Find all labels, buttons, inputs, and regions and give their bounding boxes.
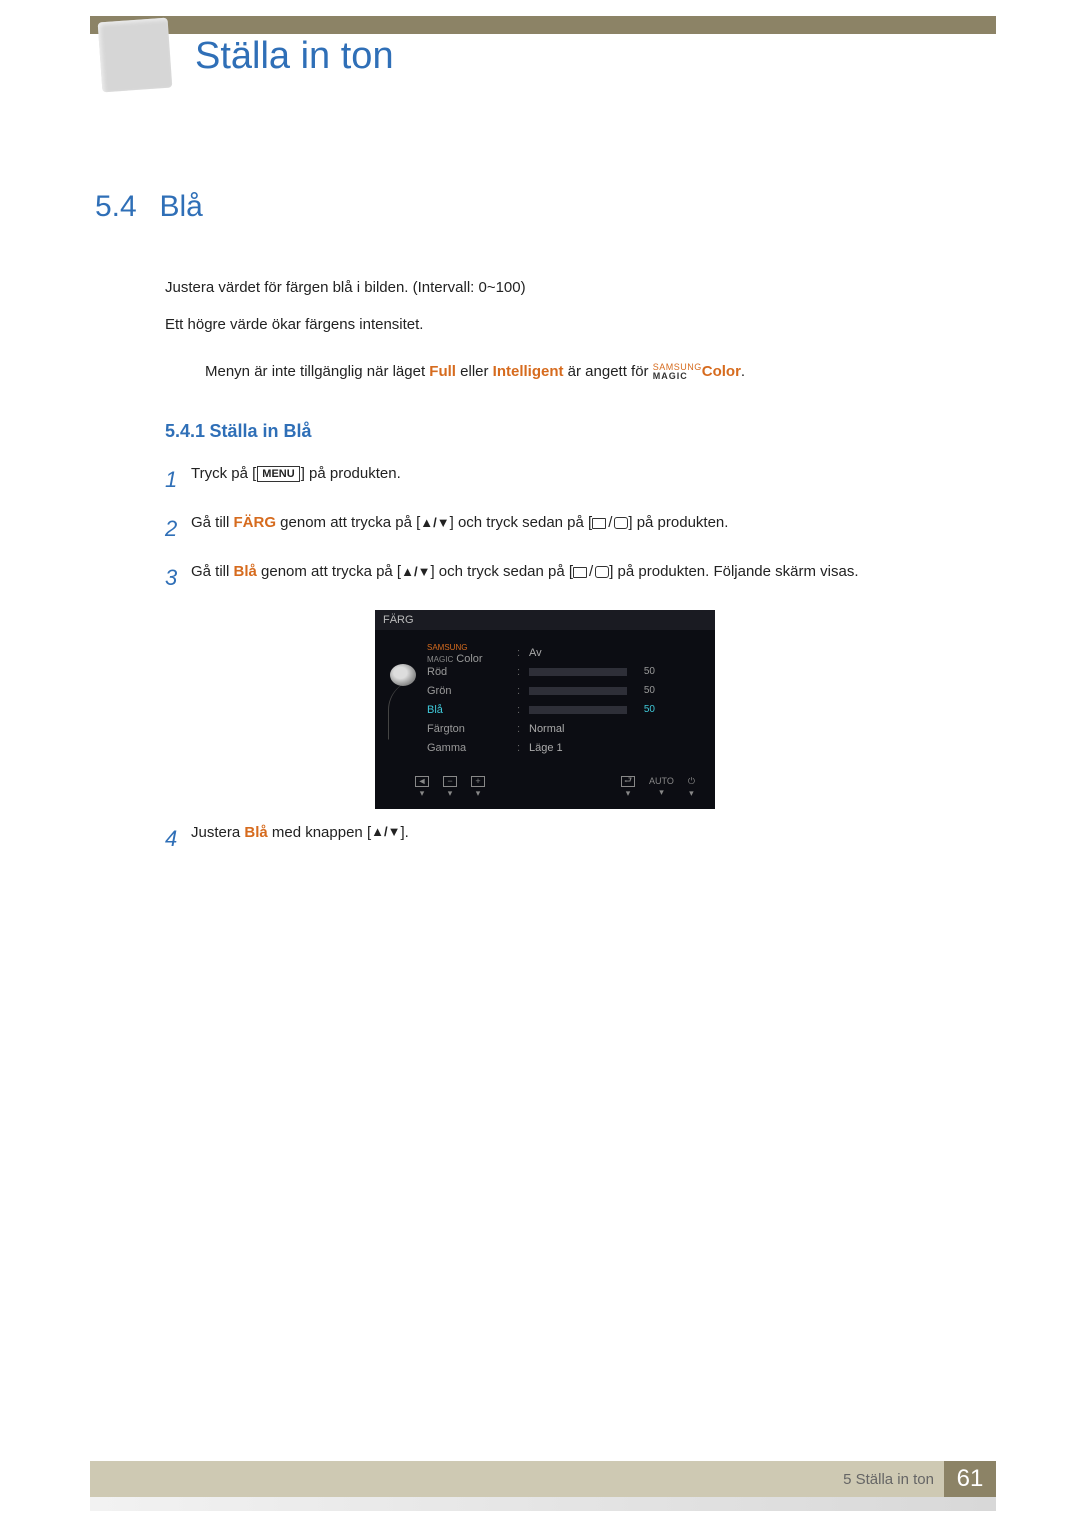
screen-enter-icon: / xyxy=(573,560,609,584)
up-down-icon: ▲/▼ xyxy=(420,513,449,534)
menu-button-label: MENU xyxy=(257,466,299,482)
osd-row: Gamma : Läge 1 xyxy=(423,739,707,758)
osd-row: Röd : 50 xyxy=(423,663,707,682)
page-number: 61 xyxy=(944,1461,996,1497)
screen-enter-icon: / xyxy=(592,511,628,535)
section-number: 5.4 xyxy=(95,190,155,224)
step-item: 2 Gå till FÄRG genom att trycka på [▲/▼]… xyxy=(165,511,995,546)
power-icon: ⏻▾ xyxy=(688,776,695,799)
chapter-badge xyxy=(98,18,173,93)
top-accent-bar xyxy=(90,16,996,34)
osd-row: Färgton : Normal xyxy=(423,720,707,739)
osd-screenshot: FÄRG SAMSUNGMAGIC Color : Av Röd : 50 Gr… xyxy=(375,610,715,809)
paragraph: Ett högre värde ökar färgens intensitet. xyxy=(165,316,995,333)
osd-row: Grön : 50 xyxy=(423,682,707,701)
subsection-heading: 5.4.1 Ställa in Blå xyxy=(165,421,995,442)
step-list: 4 Justera Blå med knappen [▲/▼]. xyxy=(165,821,995,856)
slider: 50 xyxy=(529,706,627,714)
enter-icon: ⮐▾ xyxy=(621,776,635,799)
section-title: Blå xyxy=(159,190,202,223)
minus-icon: −▾ xyxy=(443,776,457,799)
osd-row-active: Blå : 50 xyxy=(423,701,707,720)
osd-row: SAMSUNGMAGIC Color : Av xyxy=(423,644,707,663)
auto-button: AUTO▾ xyxy=(649,776,674,799)
up-down-icon: ▲/▼ xyxy=(371,822,400,843)
slider: 50 xyxy=(529,687,627,695)
up-down-icon: ▲/▼ xyxy=(401,562,430,583)
main-content: 5.4 Blå Justera värdet för färgen blå i … xyxy=(95,190,995,870)
footer-bar: 5 Ställa in ton 61 xyxy=(90,1461,996,1497)
osd-button-bar: ◄▾ −▾ +▾ ⮐▾ AUTO▾ ⏻▾ xyxy=(375,772,715,799)
step-item: 4 Justera Blå med knappen [▲/▼]. xyxy=(165,821,995,856)
paragraph: Justera värdet för färgen blå i bilden. … xyxy=(165,279,995,296)
chapter-title: Ställa in ton xyxy=(195,35,394,78)
section-heading: 5.4 Blå xyxy=(95,190,995,224)
note: Menyn är inte tillgänglig när läget Full… xyxy=(205,363,995,381)
footer-shadow xyxy=(90,1497,996,1511)
footer-chapter-ref: 5 Ställa in ton xyxy=(843,1471,934,1488)
step-item: 1 Tryck på [MENU] på produkten. xyxy=(165,462,995,497)
samsung-magic-logo: SAMSUNG MAGIC xyxy=(653,363,702,381)
step-list: 1 Tryck på [MENU] på produkten. 2 Gå til… xyxy=(165,462,995,596)
palette-icon xyxy=(390,664,416,686)
plus-icon: +▾ xyxy=(471,776,485,799)
slider: 50 xyxy=(529,668,627,676)
back-icon: ◄▾ xyxy=(415,776,429,799)
step-item: 3 Gå till Blå genom att trycka på [▲/▼] … xyxy=(165,560,995,595)
osd-title: FÄRG xyxy=(375,610,715,630)
